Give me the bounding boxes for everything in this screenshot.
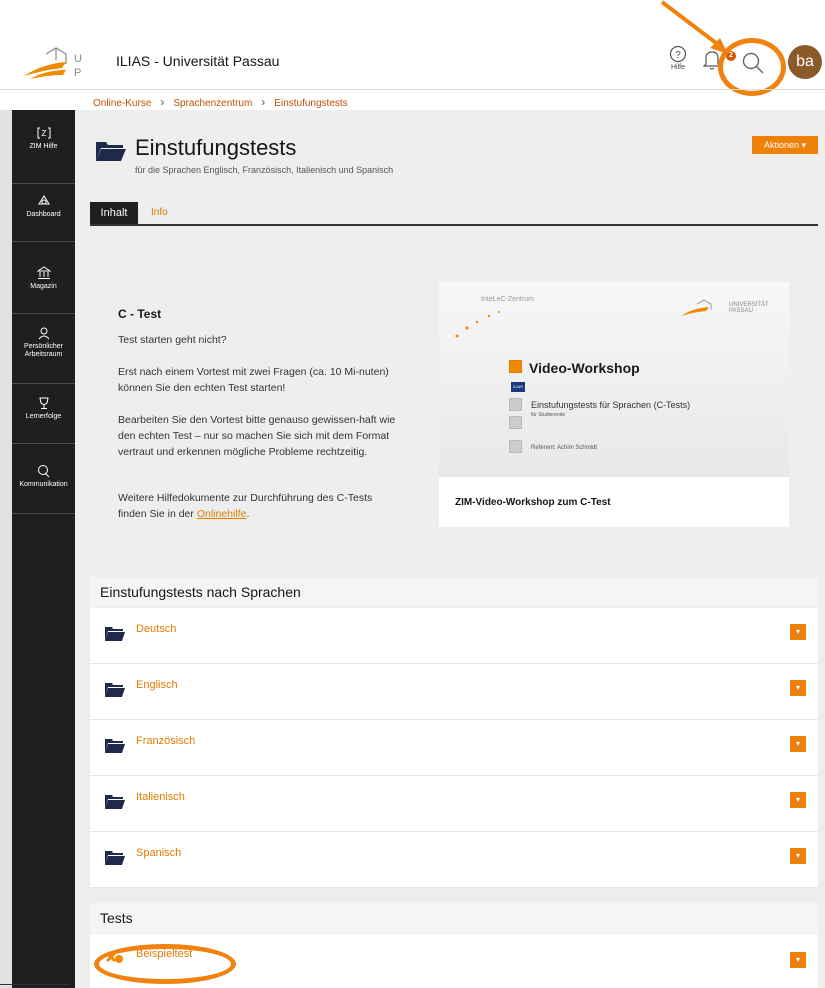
list-item-deutsch[interactable]: Deutsch ▾ — [90, 608, 818, 664]
list-item-englisch[interactable]: Englisch ▾ — [90, 664, 818, 720]
item-actions-dropdown[interactable]: ▾ — [790, 680, 806, 696]
help-icon: ? — [669, 45, 687, 63]
list-item-label[interactable]: Deutsch — [136, 623, 176, 635]
folder-icon — [105, 851, 125, 865]
list-item-spanisch[interactable]: Spanisch ▾ — [90, 832, 818, 888]
folder-icon — [105, 627, 125, 641]
svg-text:P: P — [74, 67, 81, 79]
item-actions-dropdown[interactable]: ▾ — [790, 952, 806, 968]
search-button[interactable] — [740, 50, 766, 76]
video-thumb-referent: Referent: Achim Schmidt — [531, 445, 598, 451]
breadcrumb-sprachenzentrum[interactable]: Sprachenzentrum — [173, 98, 252, 109]
header-divider — [0, 89, 825, 90]
tab-info[interactable]: Info — [151, 207, 168, 218]
tab-inhalt[interactable]: Inhalt — [90, 202, 138, 225]
sidebar-item-label: Dashboard — [26, 211, 61, 218]
folder-icon — [96, 142, 126, 161]
search-icon — [742, 52, 764, 74]
sidebar-item-label: Kommunikation — [19, 481, 68, 488]
video-thumbnail[interactable]: InteLeC-Zentrum UNIVERSITÄT PASSAU Video… — [439, 282, 789, 477]
sidebar-item-lernerfolge[interactable]: Lernerfolge — [12, 396, 75, 444]
ctest-heading: C - Test — [118, 307, 162, 321]
sidebar-item-label: Magazin — [30, 283, 57, 290]
video-thumb-subtitle-2: für Studierende — [531, 412, 566, 418]
test-icon — [105, 951, 123, 963]
item-actions-dropdown[interactable]: ▾ — [790, 736, 806, 752]
video-card[interactable]: InteLeC-Zentrum UNIVERSITÄT PASSAU Video… — [439, 282, 789, 527]
thumb-square — [509, 398, 522, 411]
folder-icon — [105, 739, 125, 753]
thumb-square — [509, 440, 522, 453]
video-thumb-label: InteLeC-Zentrum — [481, 296, 534, 303]
sidebar-item-kommunikation[interactable]: Kommunikation — [12, 464, 75, 514]
communication-icon — [37, 465, 49, 478]
ctest-paragraph: Erst nach einem Vortest mit zwei Fragen … — [118, 366, 389, 394]
personal-workspace-icon — [38, 327, 49, 340]
notification-badge: 2 — [726, 51, 736, 61]
breadcrumb-online-kurse[interactable]: Online-Kurse — [93, 98, 151, 109]
bottom-divider — [0, 984, 70, 985]
sidebar-item-zim-hilfe[interactable]: Z ZIM Hilfe — [12, 126, 75, 184]
video-thumb-university: UNIVERSITÄT PASSAU — [729, 302, 769, 314]
actions-dropdown-button[interactable]: Aktionen ▾ — [752, 136, 818, 154]
list-item-italienisch[interactable]: Italienisch ▾ — [90, 776, 818, 832]
zim-help-icon: Z — [37, 127, 50, 139]
tests-heading: Tests — [90, 903, 818, 933]
list-item-label[interactable]: Spanisch — [136, 847, 181, 859]
languages-heading: Einstufungstests nach Sprachen — [90, 577, 818, 607]
dashboard-icon — [37, 195, 50, 205]
onlinehilfe-link[interactable]: Onlinehilfe — [197, 508, 247, 520]
breadcrumb: Online-Kurse › Sprachenzentrum › Einstufungs… — [93, 95, 348, 109]
item-actions-dropdown[interactable]: ▾ — [790, 792, 806, 808]
video-thumb-ilias: ILIAS — [511, 382, 525, 392]
repository-icon — [36, 266, 51, 279]
video-thumb-heading: Video-Workshop — [529, 360, 640, 376]
help-button[interactable]: ? Hilfe — [663, 45, 693, 81]
site-title[interactable]: ILIAS - Universität Passau — [116, 53, 279, 69]
tab-divider — [90, 224, 818, 226]
svg-text:Z: Z — [41, 129, 46, 138]
folder-icon — [105, 683, 125, 697]
sidebar-item-dashboard[interactable]: Dashboard — [12, 194, 75, 242]
video-caption[interactable]: ZIM-Video-Workshop zum C-Test — [455, 497, 611, 508]
ctest-paragraph: Test starten geht nicht? — [118, 334, 227, 346]
item-actions-dropdown[interactable]: ▾ — [790, 848, 806, 864]
university-logo[interactable]: U P — [22, 46, 88, 80]
thumb-square — [509, 416, 522, 429]
sidebar-item-magazin[interactable]: Magazin — [12, 266, 75, 314]
folder-icon — [105, 795, 125, 809]
video-thumb-subtitle: Einstufungstests für Sprachen (C-Tests) — [531, 400, 691, 410]
breadcrumb-separator: › — [261, 95, 266, 109]
breadcrumb-separator: › — [160, 95, 165, 109]
trophy-icon — [38, 397, 49, 409]
user-avatar[interactable]: ba — [788, 45, 822, 79]
ctest-paragraph: Bearbeiten Sie den Vortest bitte genauso… — [118, 414, 396, 458]
svg-text:?: ? — [675, 50, 681, 61]
list-item-label[interactable]: Französisch — [136, 735, 195, 747]
sidebar-item-label: Lernerfolge — [25, 413, 62, 420]
list-item-beispieltest[interactable]: Beispieltest ▾ — [90, 934, 818, 988]
sidebar-item-persoenlicher-arbeitsraum[interactable]: Persönlicher Arbeitsraum — [12, 326, 75, 384]
ctest-paragraph: Weitere Hilfedokumente zur Durchführung … — [118, 490, 403, 522]
help-label: Hilfe — [670, 64, 685, 71]
svg-text:U: U — [74, 53, 82, 65]
page-title: Einstufungstests — [135, 135, 297, 160]
dots-decoration — [455, 311, 500, 338]
item-actions-dropdown[interactable]: ▾ — [790, 624, 806, 640]
thumb-square — [509, 360, 522, 373]
ctest-help-suffix: . — [246, 508, 250, 520]
list-item-label[interactable]: Italienisch — [136, 791, 185, 803]
breadcrumb-einstufungstests[interactable]: Einstufungstests — [274, 98, 347, 109]
sidebar-item-label: Persönlicher Arbeitsraum — [24, 343, 63, 358]
list-item-label[interactable]: Beispieltest — [136, 948, 192, 960]
list-item-franzoesisch[interactable]: Französisch ▾ — [90, 720, 818, 776]
notifications-button[interactable]: 2 — [700, 48, 736, 82]
list-item-label[interactable]: Englisch — [136, 679, 178, 691]
page-description: für die Sprachen Englisch, Französisch, … — [135, 165, 394, 175]
bell-icon — [702, 51, 722, 70]
sidebar-item-label: ZIM Hilfe — [29, 143, 58, 150]
header-bar: U P ILIAS - Universität Passau ? Hilfe 2… — [0, 0, 825, 89]
video-thumb-logo — [681, 299, 712, 316]
